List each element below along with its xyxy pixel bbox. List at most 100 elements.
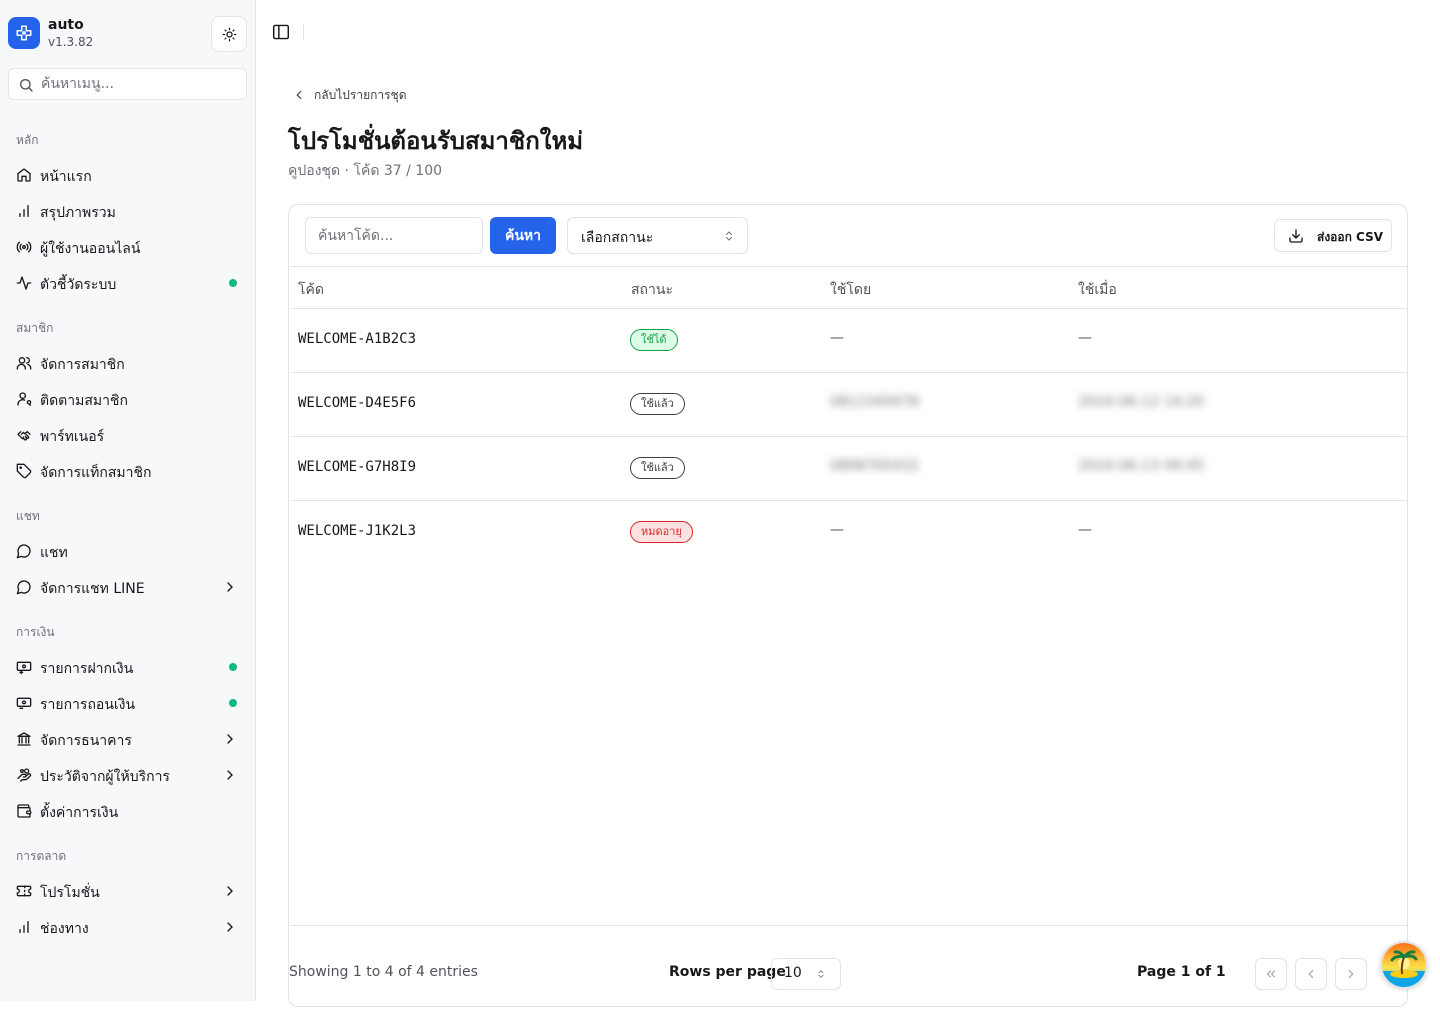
users-icon [16,357,32,370]
sidebar-item-label: ตัวชี้วัดระบบ [40,277,117,293]
table-header: โค้ด สถานะ ใช้โดย ใช้เมื่อ [290,267,1407,309]
sidebar-item-label: แชท [40,545,68,561]
next-page-button[interactable] [1335,958,1367,990]
sidebar-item-manage-members[interactable]: จัดการสมาชิก [8,347,248,379]
chevron-right-icon [227,582,233,592]
status-dot [229,663,237,671]
wallet-icon [17,804,32,818]
chevron-left-icon [296,90,302,100]
sidebar-item-label: ประวัติจากผู้ให้บริการ [40,769,170,785]
sidebar-item-home[interactable]: หน้าแรก [8,159,248,191]
bar-chart-icon [19,921,29,933]
table-row[interactable]: WELCOME-G7H8I9 ใช้แล้ว 0898765432 2024-0… [290,437,1407,501]
column-header-status[interactable]: สถานะ [631,279,673,301]
export-csv-label: ส่งออก CSV [1317,230,1383,244]
sidebar-item-label: ติดตามสมาชิก [40,393,128,409]
topbar-divider [303,24,304,40]
sidebar-item-label: จัดการธนาคาร [40,733,132,749]
sidebar-item-track-members[interactable]: ติดตามสมาชิก [8,383,248,415]
table-row[interactable]: WELCOME-A1B2C3 ใช้ได้ — — [290,309,1407,373]
used-by-cell: 0898765432 [830,458,920,474]
status-badge: ใช้ได้ [630,329,678,351]
table-row[interactable]: WELCOME-D4E5F6 ใช้แล้ว 0812345678 2024-0… [290,373,1407,437]
used-at-cell: 2024-06-13 09:45 [1078,458,1205,474]
sidebar-item-label: จัดการแท็กสมาชิก [40,465,152,481]
used-at-cell: — [1078,522,1092,538]
page-title: โปรโมชั่นต้อนรับสมาชิกใหม่ [288,127,584,155]
back-to-batches-link[interactable]: กลับไปรายการชุด [292,86,407,104]
sidebar-item-finance-settings[interactable]: ตั้งค่าการเงิน [8,795,248,827]
sidebar-item-label: สรุปภาพรวม [40,205,116,221]
rows-per-page-label: Rows per page [669,964,786,980]
sidebar-item-system-metrics[interactable]: ตัวชี้วัดระบบ [8,267,248,299]
sidebar-item-label: พาร์ทเนอร์ [40,429,105,445]
first-page-button[interactable] [1255,958,1287,990]
island-avatar-icon [1382,943,1426,987]
sidebar-item-label: จัดการสมาชิก [40,357,125,373]
chevrons-up-down-icon [726,231,732,241]
sidebar-item-partners[interactable]: พาร์ทเนอร์ [8,419,248,451]
sidebar-item-deposits[interactable]: รายการฝากเงิน [8,651,248,683]
brand-logo-icon[interactable] [8,17,40,49]
pagination-info: Showing 1 to 4 of 4 entries [289,964,478,980]
panel-left-icon [273,24,289,40]
chevron-right-icon [227,886,233,896]
theme-toggle-button[interactable] [211,16,247,52]
chevron-right-icon [227,770,233,780]
sidebar-item-overview[interactable]: สรุปภาพรวม [8,195,248,227]
sidebar-item-withdrawals[interactable]: รายการถอนเงิน [8,687,248,719]
hand-coins-icon [17,768,32,782]
status-select[interactable]: เลือกสถานะ [567,217,748,254]
status-select-value: เลือกสถานะ [581,230,654,246]
status-dot [229,699,237,707]
sidebar-toggle-button[interactable] [272,24,292,40]
previous-page-button[interactable] [1295,958,1327,990]
code-search-input[interactable] [305,217,483,254]
rows-per-page-value: 10 [784,965,802,981]
sidebar-item-provider-history[interactable]: ประวัติจากผู้ให้บริการ [8,759,248,791]
ticket-icon [16,885,32,897]
status-badge: ใช้แล้ว [630,457,685,479]
sidebar-item-member-tags[interactable]: จัดการแท็กสมาชิก [8,455,248,487]
sidebar-item-online-users[interactable]: ผู้ใช้งานออนไลน์ [8,231,248,263]
user-search-icon [17,392,32,406]
column-header-used-by[interactable]: ใช้โดย [830,279,871,301]
activity-icon [16,276,32,290]
menu-search-input[interactable] [41,69,241,99]
sidebar-item-label: จัดการแชท LINE [40,581,145,597]
user-avatar[interactable] [1380,941,1428,989]
rows-per-page-select[interactable]: 10 [771,958,841,990]
used-at-cell: — [1078,330,1092,346]
sidebar-item-promotions[interactable]: โปรโมชั่น [8,875,248,907]
menu-search [8,68,247,100]
sidebar-item-line-chat[interactable]: จัดการแชท LINE [8,571,248,603]
column-header-code[interactable]: โค้ด [298,279,324,301]
coupon-code: WELCOME-G7H8I9 [298,459,417,475]
table-row[interactable]: WELCOME-J1K2L3 หมดอายุ — — [290,501,1407,565]
codes-card: ค้นหา เลือกสถานะ ส่งออก CSV โค้ด สถานะ ใ… [288,204,1408,1007]
section-label-chat: แชท [16,509,40,523]
coupon-code: WELCOME-A1B2C3 [298,331,417,347]
sidebar-item-banks[interactable]: จัดการธนาคาร [8,723,248,755]
export-csv-button[interactable]: ส่งออก CSV [1274,219,1392,252]
column-header-used-at[interactable]: ใช้เมื่อ [1078,279,1117,301]
section-label-marketing: การตลาด [16,849,67,863]
page-indicator: Page 1 of 1 [1137,964,1226,980]
sidebar-item-label: หน้าแรก [40,169,92,185]
status-badge: หมดอายุ [630,521,693,543]
section-label-finance: การเงิน [16,625,55,639]
app-name: auto [48,17,84,33]
search-button[interactable]: ค้นหา [490,217,556,254]
deposit-icon [16,661,32,675]
sidebar-item-chat[interactable]: แชท [8,535,248,567]
download-icon [1289,229,1303,243]
radio-icon [16,241,32,253]
sidebar-item-label: โปรโมชั่น [40,885,100,901]
chevron-right-icon [227,734,233,744]
chevrons-left-icon [1266,970,1276,978]
handshake-icon [17,431,31,441]
sidebar-item-channels[interactable]: ช่องทาง [8,911,248,943]
sidebar-item-label: รายการถอนเงิน [40,697,136,713]
sidebar-item-label: ตั้งค่าการเงิน [40,805,119,821]
section-label-main: หลัก [16,133,39,147]
